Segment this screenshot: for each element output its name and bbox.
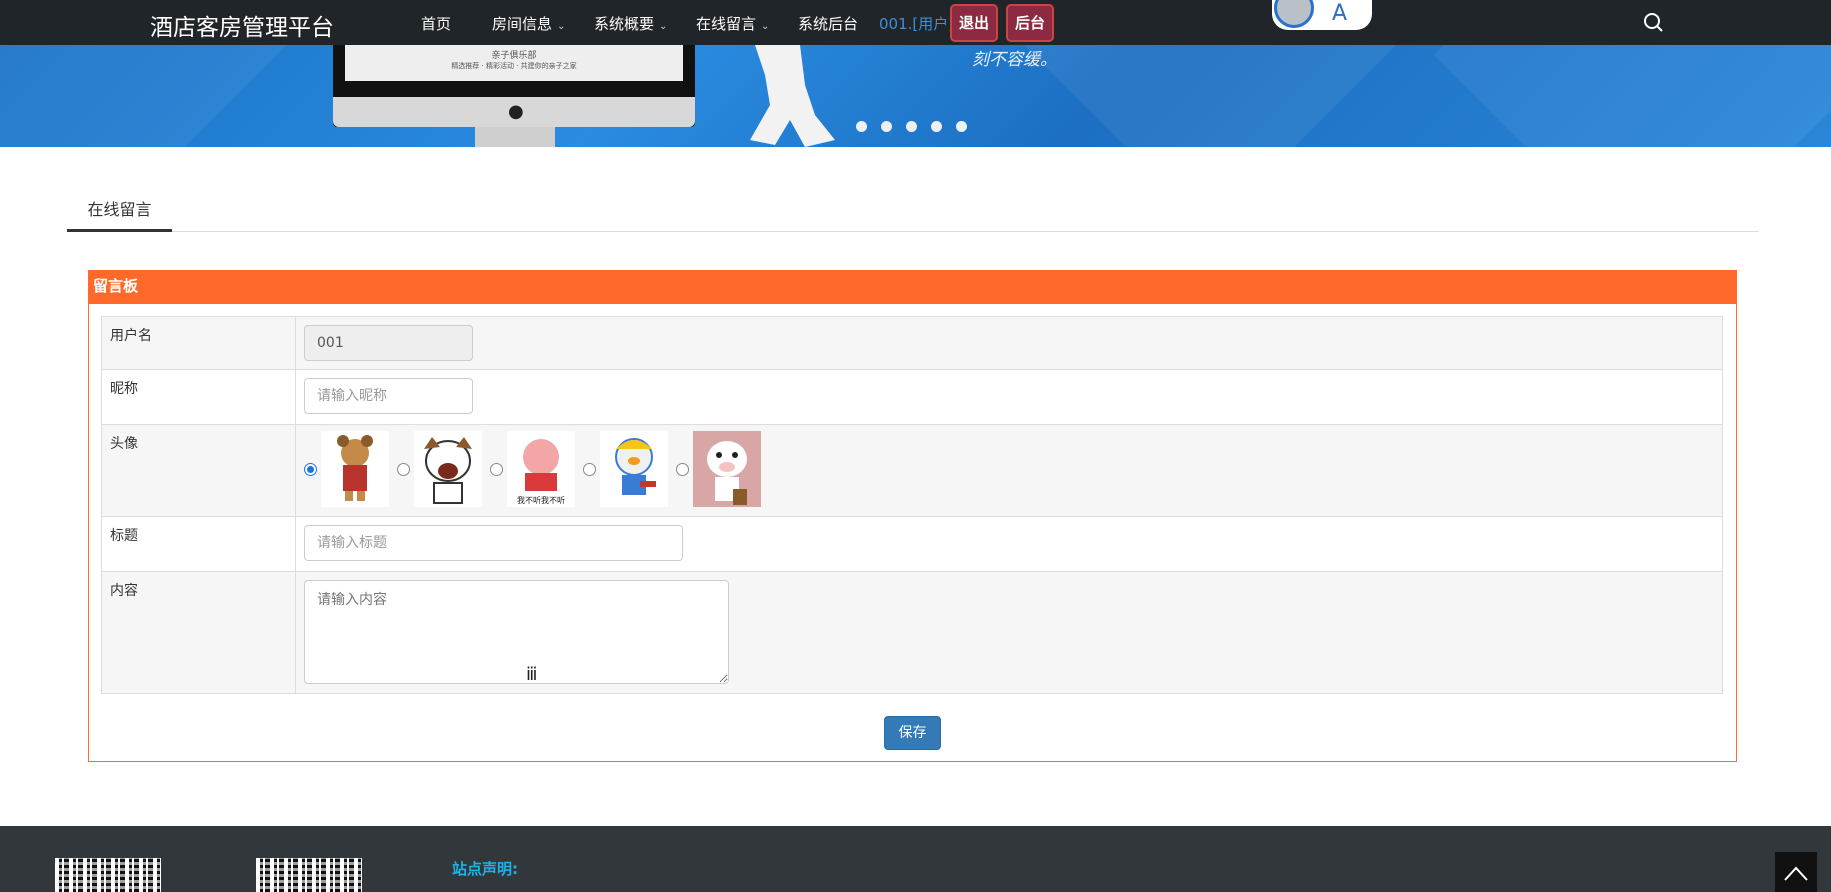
message-form: 用户名 001 昵称 请输入昵称 头像 我不听我不听 标题 请输入标题 内容 请… <box>101 316 1723 694</box>
slide-indicators <box>856 118 981 136</box>
section-tabs: 在线留言 <box>67 195 1759 232</box>
avatar-radio[interactable] <box>676 462 689 476</box>
search-icon[interactable] <box>1641 10 1665 34</box>
banner-decoration <box>1433 45 1831 147</box>
slide-dot[interactable] <box>906 121 917 132</box>
avatar <box>1274 0 1314 28</box>
chevron-down-icon: ⌄ <box>557 21 566 32</box>
screen-subtitle: 精选推荐 · 精彩活动 · 共建你的亲子之家 <box>451 62 577 70</box>
nav-overview[interactable]: 系统概要 ⌄ <box>594 13 667 34</box>
admin-button[interactable]: 后台 <box>1006 4 1055 42</box>
avatar-image-pig[interactable]: 我不听我不听 <box>507 431 575 507</box>
qr-code-icon <box>55 858 161 892</box>
slide-dot[interactable] <box>881 121 892 132</box>
subject-input[interactable]: 请输入标题 <box>304 525 683 561</box>
monitor-screen: 亲子俱乐部 精选推荐 · 精彩活动 · 共建你的亲子之家 <box>345 45 683 81</box>
site-brand[interactable]: 酒店客房管理平台 <box>150 8 334 42</box>
subject-label: 标题 <box>101 516 296 572</box>
badge-letter: A <box>1332 1 1348 26</box>
nav-overview-label: 系统概要 <box>594 15 655 33</box>
avatar-image-penguin[interactable] <box>600 431 668 507</box>
avatar-caption: 我不听我不听 <box>517 495 565 505</box>
slide-dot[interactable] <box>956 121 967 132</box>
hero-banner: 亲子俱乐部 精选推荐 · 精彩活动 · 共建你的亲子之家 ● 刻不容缓。 <box>0 45 1831 147</box>
tab-online-message[interactable]: 在线留言 <box>67 195 172 232</box>
save-button[interactable]: 保存 <box>884 716 941 750</box>
username-label: 用户名 <box>101 316 296 370</box>
panel-title: 留言板 <box>89 271 1736 304</box>
avatar-label: 头像 <box>101 424 296 517</box>
avatar-radio[interactable] <box>397 462 410 476</box>
figure-illustration <box>750 45 835 147</box>
nav-backend-label: 系统后台 <box>798 15 859 33</box>
avatar-image-cow[interactable] <box>693 431 761 507</box>
nav-messages[interactable]: 在线留言 ⌄ <box>696 13 769 34</box>
nickname-input[interactable]: 请输入昵称 <box>304 378 473 414</box>
apple-logo-icon: ● <box>508 101 524 122</box>
nav-backend[interactable]: 系统后台 <box>798 13 858 34</box>
footer-statement-title: 站点声明: <box>452 860 518 878</box>
text-cursor-icon: ⅲ <box>526 664 538 685</box>
banner-monitor-image: 亲子俱乐部 精选推荐 · 精彩活动 · 共建你的亲子之家 ● <box>333 45 695 127</box>
message-board-panel: 留言板 用户名 001 昵称 请输入昵称 头像 我不听我不听 标题 请输入标题 … <box>88 270 1737 762</box>
chevron-down-icon: ⌄ <box>659 21 668 32</box>
content-textarea[interactable] <box>304 580 729 684</box>
current-user[interactable]: 001.[用户] <box>879 13 954 34</box>
qr-code-icon <box>256 858 362 892</box>
banner-decoration <box>0 45 307 147</box>
avatar-radio[interactable] <box>490 462 503 476</box>
logout-button[interactable]: 退出 <box>950 4 999 42</box>
avatar-radio[interactable] <box>304 462 317 476</box>
site-footer: 站点声明: <box>0 826 1831 892</box>
chevron-down-icon: ⌄ <box>761 21 770 32</box>
nickname-label: 昵称 <box>101 369 296 425</box>
nav-messages-label: 在线留言 <box>696 15 757 33</box>
slide-dot[interactable] <box>931 121 942 132</box>
top-navbar: 酒店客房管理平台 首页 房间信息 ⌄ 系统概要 ⌄ 在线留言 ⌄ 系统后台 001.[… <box>0 0 1831 45</box>
screen-title: 亲子俱乐部 <box>491 51 537 61</box>
user-avatar-badge[interactable]: A <box>1272 0 1372 30</box>
nav-home[interactable]: 首页 <box>421 13 451 34</box>
nav-rooms-label: 房间信息 <box>492 15 553 33</box>
content-label: 内容 <box>101 571 296 694</box>
avatar-image-bear[interactable] <box>321 431 389 507</box>
avatar-image-dog[interactable] <box>414 431 482 507</box>
username-field: 001 <box>304 325 473 361</box>
slide-dot[interactable] <box>856 121 867 132</box>
nav-home-label: 首页 <box>421 15 452 33</box>
avatar-options: 我不听我不听 <box>296 425 1722 513</box>
banner-slogan: 刻不容缓。 <box>972 50 1057 70</box>
back-to-top-icon[interactable] <box>1775 852 1817 892</box>
nav-rooms[interactable]: 房间信息 ⌄ <box>492 13 565 34</box>
monitor-stand <box>475 127 555 147</box>
avatar-radio[interactable] <box>583 462 596 476</box>
